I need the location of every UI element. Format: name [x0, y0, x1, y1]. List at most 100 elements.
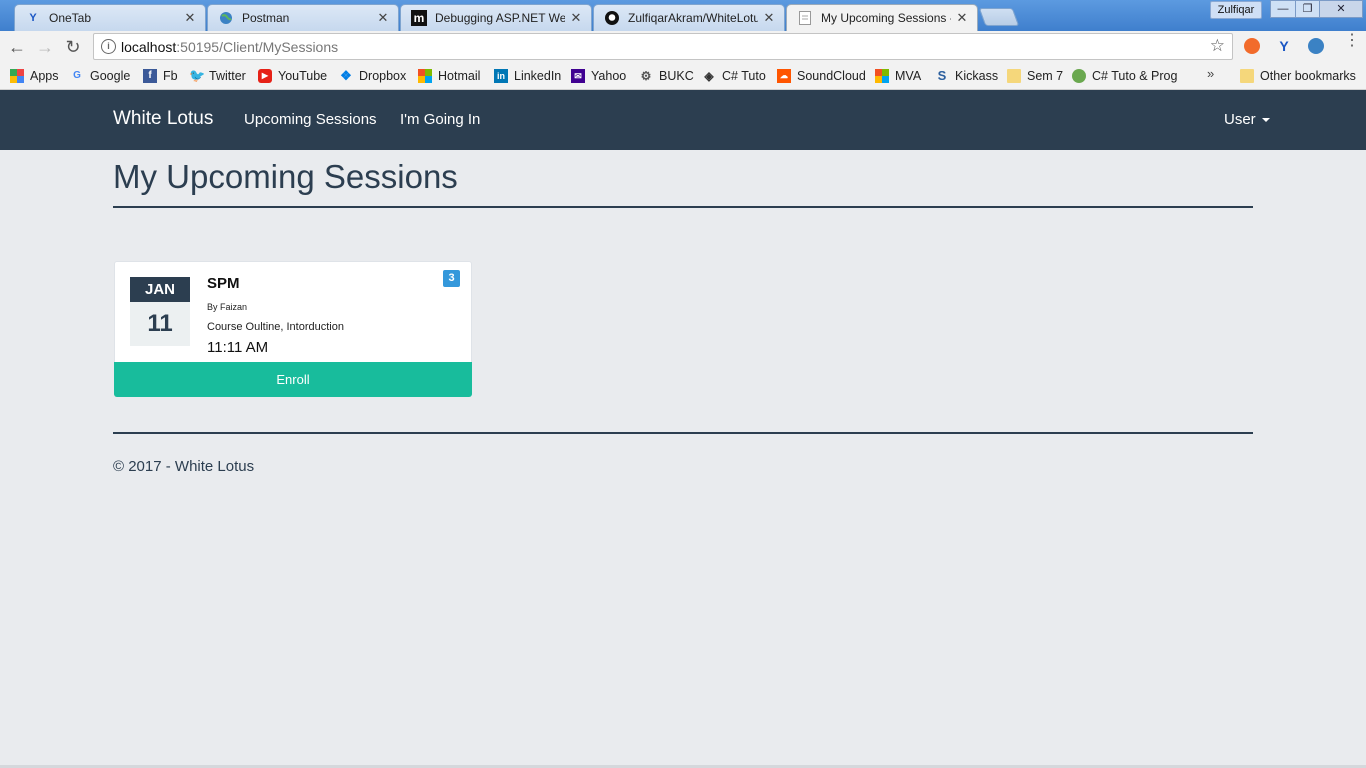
nav-im-going-in[interactable]: I'm Going In	[400, 111, 480, 128]
bookmark-twitter[interactable]: 🐦 Twitter	[189, 68, 246, 84]
session-time: 11:11 AM	[207, 339, 269, 356]
tab-title: Debugging ASP.NET Wel	[435, 11, 565, 25]
footer-text: © 2017 - White Lotus	[113, 458, 255, 475]
close-icon[interactable]: ✕	[376, 10, 390, 26]
bookmark-label: Google	[90, 69, 131, 83]
bookmark-label: Apps	[30, 69, 59, 83]
page-title: My Upcoming Sessions	[113, 158, 458, 195]
close-window-button[interactable]: ✕	[1319, 0, 1363, 18]
bookmark-apps[interactable]: Apps	[10, 68, 59, 84]
close-icon[interactable]: ✕	[183, 10, 197, 26]
back-icon[interactable]: ←	[6, 36, 28, 58]
bookmark-dropbox[interactable]: ❖ Dropbox	[339, 68, 406, 84]
github-icon	[604, 10, 620, 26]
bookmark-label: YouTube	[278, 69, 328, 83]
close-icon[interactable]: ✕	[569, 10, 583, 26]
bookmark-label: Sem 7	[1027, 69, 1064, 83]
other-bookmarks[interactable]: Other bookmarks	[1240, 68, 1356, 84]
tab-title: My Upcoming Sessions -	[821, 11, 951, 25]
url-text[interactable]: localhost:50195/Client/MySessions	[121, 39, 338, 55]
bookmarks-overflow-icon[interactable]: »	[1207, 66, 1214, 81]
title-divider	[113, 206, 1253, 208]
onetab-icon: Y	[29, 12, 37, 24]
reload-icon[interactable]: ↻	[62, 36, 84, 58]
bookmark-soundcloud[interactable]: ☁ SoundCloud	[777, 68, 866, 84]
bookmark-kickass[interactable]: S Kickass	[935, 68, 998, 84]
bookmark-label: Fb	[163, 69, 178, 83]
bookmark-label: Hotmail	[438, 69, 481, 83]
address-bar[interactable]: i localhost:50195/Client/MySessions ☆	[93, 33, 1233, 60]
bookmark-label: BUKC	[659, 69, 694, 83]
session-month: JAN	[130, 277, 190, 302]
bookmark-label: Kickass	[955, 69, 999, 83]
kickass-icon: S	[937, 68, 947, 83]
session-title: SPM	[207, 275, 240, 292]
bookmark-sem7[interactable]: Sem 7	[1007, 68, 1063, 84]
bookmark-mva[interactable]: MVA	[875, 68, 921, 84]
soundcloud-icon: ☁	[777, 69, 791, 83]
close-icon[interactable]: ✕	[955, 10, 969, 26]
bookmark-label: Yahoo	[591, 69, 627, 83]
bookmark-google[interactable]: G Google	[70, 68, 130, 84]
bookmark-csharp-tuto-prog[interactable]: C# Tuto & Prog	[1072, 68, 1177, 84]
folder-icon	[1240, 69, 1254, 83]
session-author: By Faizan	[207, 302, 248, 312]
tab-my-upcoming-sessions[interactable]: My Upcoming Sessions - ✕	[786, 4, 978, 31]
new-tab-button[interactable]	[978, 8, 1020, 26]
linkedin-icon: in	[494, 69, 508, 83]
browser-tab-strip: Y OneTab ✕ Postman ✕ m Debugging ASP.NET…	[0, 0, 1366, 31]
bookmark-star-icon[interactable]: ☆	[1210, 36, 1225, 56]
site-navbar: White Lotus Upcoming Sessions I'm Going …	[0, 90, 1366, 150]
onetab-extension-icon[interactable]: Y	[1276, 38, 1292, 54]
browser-toolbar: ← → ↻ i localhost:50195/Client/MySession…	[0, 31, 1366, 63]
windows-icon	[418, 69, 432, 83]
minimize-button[interactable]: —	[1270, 0, 1296, 18]
tab-onetab[interactable]: Y OneTab ✕	[14, 4, 206, 31]
footer-divider	[113, 432, 1253, 434]
url-host: localhost	[121, 39, 177, 55]
diamond-icon: ◈	[704, 69, 714, 83]
brand-link[interactable]: White Lotus	[113, 108, 213, 130]
enroll-button[interactable]: Enroll	[114, 362, 472, 397]
tab-title: Postman	[242, 11, 290, 25]
user-menu[interactable]: User	[1224, 111, 1270, 128]
tab-postman[interactable]: Postman ✕	[207, 4, 399, 31]
crest-icon: ⚙	[640, 69, 652, 83]
info-icon[interactable]: i	[101, 39, 116, 54]
tab-github-whitelotus[interactable]: ZulfiqarAkram/WhiteLotu ✕	[593, 4, 785, 31]
medium-icon: m	[411, 10, 427, 26]
user-menu-label: User	[1224, 111, 1256, 128]
page-icon	[797, 10, 813, 26]
url-path: :50195/Client/MySessions	[176, 39, 339, 55]
bookmark-label: LinkedIn	[514, 69, 562, 83]
globe-extension-icon[interactable]	[1308, 38, 1324, 54]
bookmark-bukc[interactable]: ⚙ BUKC	[639, 68, 694, 84]
bookmark-label: C# Tuto	[722, 69, 766, 83]
session-count-badge: 3	[443, 270, 460, 287]
forward-icon[interactable]: →	[34, 36, 56, 58]
bookmark-csharp-tuto[interactable]: ◈ C# Tuto	[702, 68, 766, 84]
bookmark-label: MVA	[895, 69, 922, 83]
chrome-menu-icon[interactable]: ⋮	[1344, 33, 1360, 49]
apps-grid-icon	[10, 69, 24, 83]
bookmark-label: Other bookmarks	[1260, 69, 1356, 83]
session-day: 11	[130, 302, 190, 346]
bookmark-hotmail[interactable]: Hotmail	[418, 68, 480, 84]
close-icon[interactable]: ✕	[762, 10, 776, 26]
extension-icon[interactable]	[1244, 38, 1260, 54]
nav-upcoming-sessions[interactable]: Upcoming Sessions	[244, 111, 377, 128]
bookmark-fb[interactable]: f Fb	[143, 68, 178, 84]
tab-debugging-aspnet[interactable]: m Debugging ASP.NET Wel ✕	[400, 4, 592, 31]
youtube-icon: ▶	[258, 69, 272, 83]
bookmark-linkedin[interactable]: in LinkedIn	[494, 68, 561, 84]
bookmark-yahoo[interactable]: ✉ Yahoo	[571, 68, 626, 84]
maximize-button[interactable]: ❐	[1295, 0, 1320, 18]
google-icon: G	[73, 70, 81, 81]
leaf-icon	[1072, 69, 1086, 83]
bookmark-label: Twitter	[209, 69, 246, 83]
folder-icon	[1007, 69, 1021, 83]
bookmark-youtube[interactable]: ▶ YouTube	[258, 68, 327, 84]
profile-button[interactable]: Zulfiqar	[1210, 1, 1262, 19]
dropbox-icon: ❖	[340, 68, 352, 83]
bookmark-label: SoundCloud	[797, 69, 866, 83]
